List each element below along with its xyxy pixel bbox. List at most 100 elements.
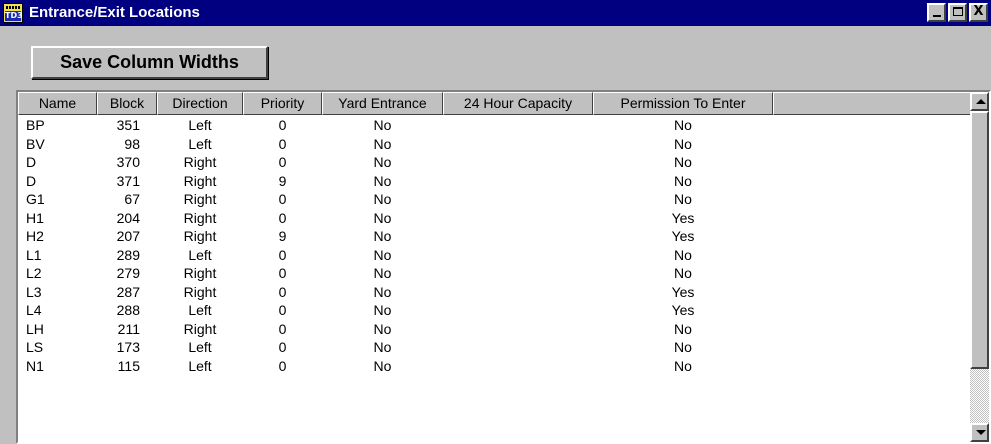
name-cell: D: [26, 154, 37, 170]
column-header-direction[interactable]: Direction: [157, 92, 243, 115]
name-cell: LS: [26, 339, 44, 355]
table-row[interactable]: L3 287 Right 0 No Yes: [18, 283, 971, 302]
priority-cell: 0: [278, 135, 287, 152]
column-header-block[interactable]: Block: [97, 92, 157, 115]
name-cell: H1: [26, 209, 44, 226]
name-cell: G1: [26, 191, 45, 207]
table-row[interactable]: N1 115 Left 0 No No: [18, 357, 971, 376]
block-cell: 211: [117, 320, 140, 337]
name-cell: N1: [26, 357, 44, 374]
app-icon[interactable]: TD3: [3, 3, 23, 23]
close-button[interactable]: X: [969, 3, 988, 22]
close-icon: X: [973, 4, 984, 19]
name-cell: H2: [26, 228, 44, 244]
minimize-icon: [933, 15, 941, 17]
vertical-scrollbar[interactable]: [970, 92, 989, 442]
direction-cell: Left: [188, 135, 212, 152]
name-cell: D: [26, 172, 37, 189]
table-row[interactable]: LH 211 Right 0 No No: [18, 320, 971, 339]
block-cell: 371: [116, 172, 140, 189]
priority-cell: 0: [278, 320, 287, 337]
column-header-filler: [773, 92, 971, 115]
minimize-button[interactable]: [927, 3, 946, 22]
name-cell: BP: [26, 117, 45, 133]
title-bar[interactable]: TD3 Entrance/Exit Locations X: [0, 0, 991, 26]
direction-cell: Right: [183, 283, 217, 300]
yard-entrance-cell: No: [373, 339, 392, 355]
direction-cell: Left: [188, 339, 212, 355]
block-cell: 370: [116, 154, 140, 170]
name-cell: L1: [26, 246, 42, 263]
yard-entrance-cell: No: [373, 265, 392, 281]
block-cell: 207: [116, 228, 140, 244]
column-header-24-hour-capacity[interactable]: 24 Hour Capacity: [443, 92, 593, 115]
table-row[interactable]: H2 207 Right 9 No Yes: [18, 227, 971, 246]
maximize-button[interactable]: [948, 3, 967, 22]
priority-cell: 0: [278, 302, 287, 318]
permission-cell: Yes: [671, 228, 695, 244]
table-row[interactable]: L1 289 Left 0 No No: [18, 246, 971, 265]
save-column-widths-button[interactable]: Save Column Widths: [31, 46, 268, 79]
priority-cell: 0: [278, 154, 287, 170]
table-row[interactable]: LS 173 Left 0 No No: [18, 338, 971, 357]
capacity-cell: [443, 246, 593, 265]
yard-entrance-cell: No: [373, 357, 392, 374]
yard-entrance-cell: No: [373, 172, 392, 189]
permission-cell: Yes: [671, 209, 695, 226]
table-row[interactable]: D 370 Right 0 No No: [18, 153, 971, 172]
capacity-cell: [443, 209, 593, 228]
name-cell: L4: [26, 302, 42, 318]
priority-cell: 0: [278, 339, 287, 355]
block-cell: 173: [116, 339, 140, 355]
window-title: Entrance/Exit Locations: [29, 4, 200, 21]
table-row[interactable]: L4 288 Left 0 No Yes: [18, 301, 971, 320]
direction-cell: Right: [183, 320, 217, 337]
yard-entrance-cell: No: [373, 209, 392, 226]
direction-cell: Left: [188, 357, 212, 374]
maximize-icon: [953, 7, 963, 16]
locations-list[interactable]: Name Block Direction Priority Yard Entra…: [16, 90, 991, 444]
name-cell: L3: [26, 283, 42, 300]
permission-cell: No: [674, 246, 692, 263]
capacity-cell: [443, 135, 593, 154]
permission-cell: No: [674, 265, 692, 281]
block-cell: 204: [116, 209, 140, 226]
permission-cell: Yes: [671, 302, 695, 318]
arrow-up-icon: [976, 99, 986, 104]
capacity-cell: [443, 264, 593, 283]
permission-cell: No: [674, 135, 692, 152]
direction-cell: Left: [188, 302, 212, 318]
column-header-name[interactable]: Name: [18, 92, 97, 115]
capacity-cell: [443, 357, 593, 376]
yard-entrance-cell: No: [373, 320, 392, 337]
column-header-priority[interactable]: Priority: [243, 92, 322, 115]
table-body: BP 351 Left 0 No No BV 98 Left 0 No No D 370 Right 0 No N…: [18, 116, 971, 375]
table-row[interactable]: L2 279 Right 0 No No: [18, 264, 971, 283]
table-row[interactable]: H1 204 Right 0 No Yes: [18, 209, 971, 228]
scroll-down-button[interactable]: [970, 423, 989, 442]
column-header-permission-to-enter[interactable]: Permission To Enter: [593, 92, 773, 115]
scroll-track[interactable]: [970, 111, 989, 423]
column-header-row: Name Block Direction Priority Yard Entra…: [18, 92, 971, 115]
table-row[interactable]: BV 98 Left 0 No No: [18, 135, 971, 154]
permission-cell: No: [674, 357, 692, 374]
scroll-thumb[interactable]: [970, 111, 989, 369]
direction-cell: Right: [183, 172, 217, 189]
table-row[interactable]: D 371 Right 9 No No: [18, 172, 971, 191]
yard-entrance-cell: No: [373, 135, 392, 152]
table-row[interactable]: G1 67 Right 0 No No: [18, 190, 971, 209]
permission-cell: No: [674, 154, 692, 170]
yard-entrance-cell: No: [373, 283, 392, 300]
scroll-up-button[interactable]: [970, 92, 989, 111]
capacity-cell: [443, 301, 593, 320]
entrance-exit-window: TD3 Entrance/Exit Locations X Save Colum…: [0, 0, 991, 444]
block-cell: 289: [116, 246, 140, 263]
table-row[interactable]: BP 351 Left 0 No No: [18, 116, 971, 135]
block-cell: 288: [116, 302, 140, 318]
permission-cell: No: [674, 191, 692, 207]
direction-cell: Right: [183, 228, 217, 244]
capacity-cell: [443, 227, 593, 246]
block-cell: 98: [124, 135, 140, 152]
yard-entrance-cell: No: [373, 246, 392, 263]
column-header-yard-entrance[interactable]: Yard Entrance: [322, 92, 443, 115]
